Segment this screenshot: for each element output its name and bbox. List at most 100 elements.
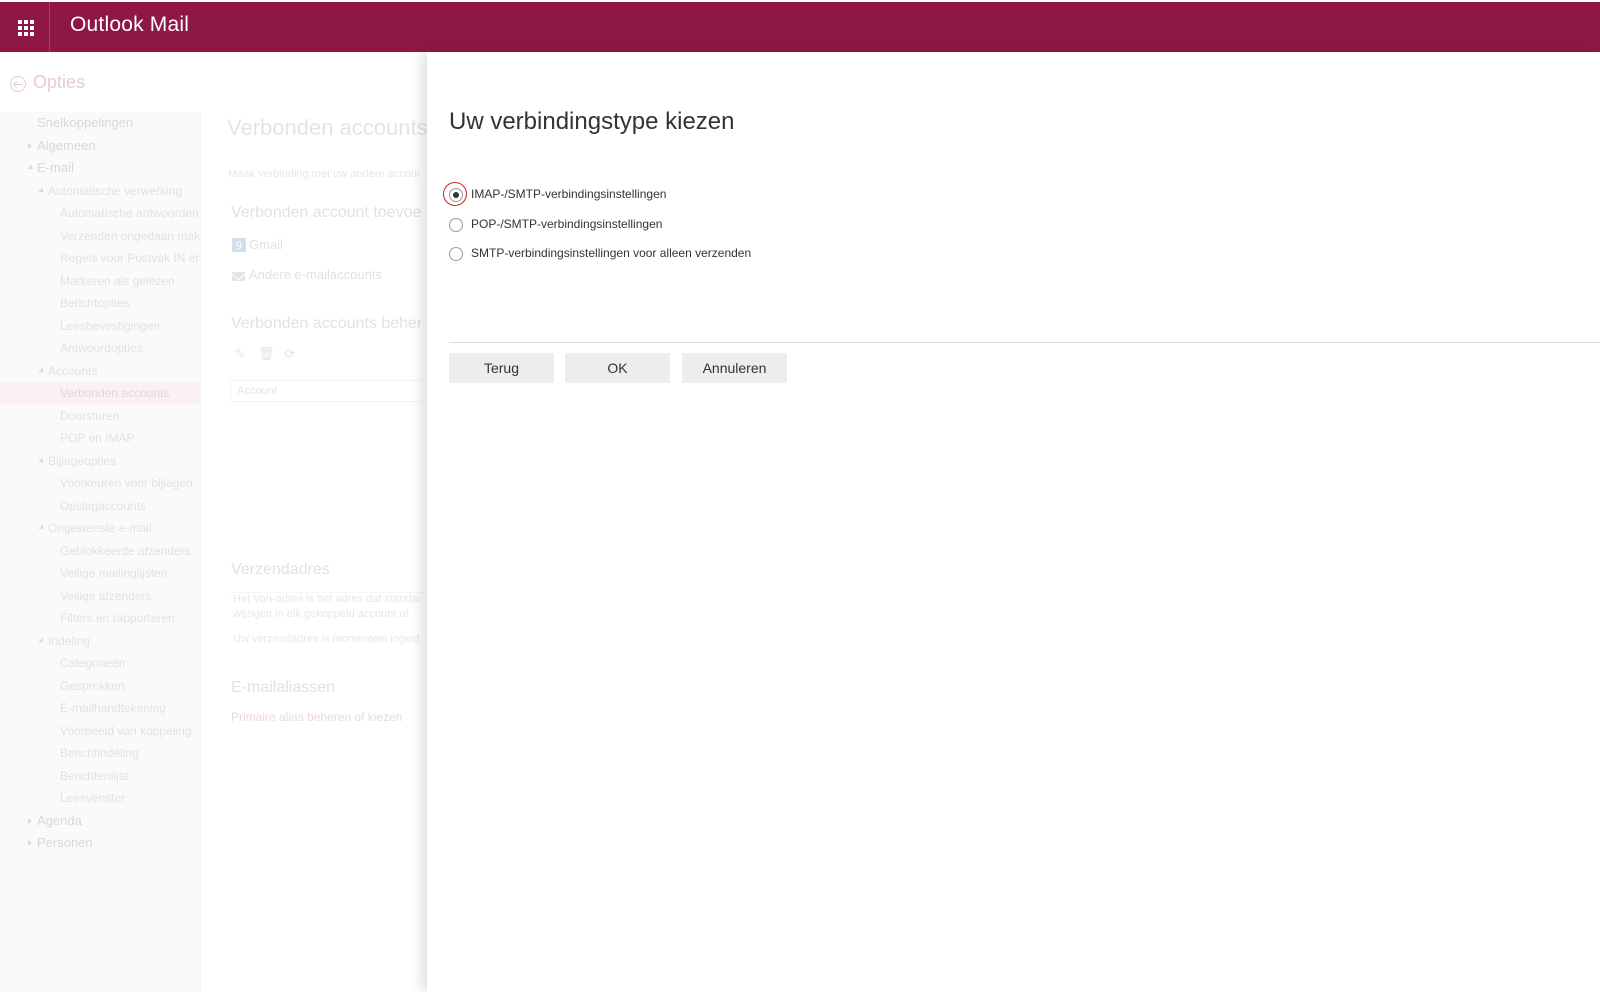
nav-item[interactable]: Indeling — [0, 630, 200, 652]
nav-item[interactable]: Ongewenste e-mail — [0, 517, 200, 539]
nav-item[interactable]: Verzenden ongedaan maken — [0, 225, 200, 247]
nav-item-label: Personen — [37, 835, 93, 850]
nav-item-label: Automatische verwerking — [48, 183, 183, 198]
nav-item-label: Filters en rapporteren — [60, 611, 175, 625]
nav-item[interactable]: Antwoordopties — [0, 337, 200, 359]
delete-icon[interactable]: 🗑 — [258, 348, 275, 362]
nav-item[interactable]: Doorsturen — [0, 405, 200, 427]
add-account-heading: Verbonden account toevoegen — [231, 204, 421, 221]
send-address-current: Uw verzendadres is momenteel ingesteld — [233, 633, 420, 645]
nav-item[interactable]: E-mailhandtekening — [0, 697, 200, 719]
nav-item-label: POP en IMAP — [60, 431, 135, 445]
nav-item[interactable]: POP en IMAP — [0, 427, 200, 449]
collapse-arrow-icon[interactable] — [38, 636, 46, 645]
nav-item[interactable]: Berichtopties — [0, 292, 200, 314]
app-launcher-dot — [18, 26, 22, 30]
nav-item[interactable]: Algemeen — [0, 135, 200, 157]
app-launcher-dot — [30, 32, 34, 36]
expand-arrow-icon[interactable] — [28, 142, 32, 149]
nav-item[interactable]: Regels voor Postvak IN en — [0, 247, 200, 269]
other-accounts-link[interactable]: Andere e-mailaccounts — [249, 267, 382, 282]
cancel-button[interactable]: Annuleren — [682, 353, 787, 383]
nav-item-label: Geblokkeerde afzenders — [60, 543, 191, 558]
back-button[interactable]: Terug — [449, 353, 554, 383]
nav-item-label: Snelkoppelingen — [37, 115, 134, 130]
nav-item-label: Leesvenster — [60, 791, 126, 805]
send-address-heading: Verzendadres — [231, 561, 330, 578]
collapse-arrow-icon[interactable] — [38, 524, 46, 532]
nav-item[interactable]: Agenda — [0, 810, 200, 832]
expand-arrow-icon[interactable] — [28, 840, 32, 846]
nav-item[interactable]: Filters en rapporteren — [0, 607, 200, 629]
connection-type-dialog: Uw verbindingstype kiezen IMAP-/SMTP-ver… — [427, 52, 1600, 992]
nav-item[interactable]: Geblokkeerde afzenders — [0, 540, 200, 562]
smtp-label[interactable]: SMTP-verbindingsinstellingen voor alleen… — [471, 246, 751, 260]
refresh-icon[interactable]: ⟳ — [283, 348, 297, 362]
nav-item-label: Regels voor Postvak IN en — [60, 251, 201, 265]
collapse-arrow-icon[interactable] — [27, 164, 35, 172]
nav-item[interactable]: Bijlageopties — [0, 450, 200, 472]
nav-item[interactable]: Automatische antwoorden — [0, 202, 200, 224]
nav-item[interactable]: Voorkeuren voor bijlagen — [0, 472, 200, 494]
ok-button[interactable]: OK — [565, 353, 670, 383]
nav-item[interactable]: Verbonden accounts — [0, 382, 200, 404]
edit-icon[interactable]: ✎ — [233, 348, 247, 362]
nav-item[interactable]: Berichtindeling — [0, 742, 200, 764]
options-page: Opties Snelkoppelingen Algemeen E-mail Auto… — [0, 52, 430, 992]
nav-item[interactable]: Categorieën — [0, 652, 200, 674]
content-description: Maak verbinding met uw andere accounts — [228, 168, 420, 180]
collapse-arrow-icon[interactable] — [38, 186, 46, 195]
imap-label[interactable]: IMAP-/SMTP-verbindingsinstellingen — [471, 187, 666, 201]
app-launcher-dot — [24, 26, 28, 30]
nav-item[interactable]: Berichtenlijst — [0, 765, 200, 787]
account-column-header[interactable]: Account — [230, 380, 430, 402]
nav-item[interactable]: Leesvenster — [0, 787, 200, 809]
back-arrow-icon[interactable] — [10, 76, 26, 92]
nav-item-label: Doorsturen — [60, 408, 120, 423]
nav-item[interactable]: E-mail — [0, 157, 200, 179]
nav-item-label: Automatische antwoorden — [60, 206, 199, 220]
pop-label[interactable]: POP-/SMTP-verbindingsinstellingen — [471, 217, 662, 231]
nav-item[interactable]: Opslagaccounts — [0, 495, 200, 517]
nav-item[interactable]: Voorbeeld van koppeling — [0, 720, 200, 742]
nav-item[interactable]: Automatische verwerking — [0, 180, 200, 202]
nav-item[interactable]: Veilige afzenders — [0, 585, 200, 607]
app-launcher-dot — [24, 32, 28, 36]
nav-item[interactable]: Accounts — [0, 360, 200, 382]
pop-radio[interactable] — [449, 218, 463, 232]
collapse-arrow-icon[interactable] — [38, 366, 46, 375]
nav-item-label: Categorieën — [60, 656, 126, 670]
nav-item-label: Veilige afzenders — [60, 588, 152, 603]
send-address-desc-1: Het Van-adres is het adres dat standaard — [233, 593, 420, 605]
nav-item-label: Voorkeuren voor bijlagen — [60, 476, 193, 490]
nav-item-label: Verbonden accounts — [60, 386, 170, 400]
nav-item-label: E-mailhandtekening — [60, 701, 167, 715]
top-bar: Outlook Mail — [0, 2, 1600, 52]
nav-item-label: Gesprekken — [60, 678, 125, 693]
focus-ring — [443, 182, 467, 206]
smtp-radio[interactable] — [449, 247, 463, 261]
gmail-icon: g — [232, 238, 246, 252]
nav-item-label: E-mail — [37, 160, 74, 175]
nav-item-label: Markeren als gelezen — [60, 273, 175, 288]
app-launcher-dot — [24, 20, 28, 24]
nav-item[interactable]: Leesbevestigingen — [0, 315, 200, 337]
nav-item-label: Algemeen — [37, 137, 96, 153]
nav-item[interactable]: Veilige mailinglijsten — [0, 562, 200, 584]
nav-item-label: Verzenden ongedaan maken — [60, 228, 201, 243]
nav-item-label: Opslagaccounts — [60, 498, 147, 513]
nav-item-label: Berichtenlijst — [60, 768, 129, 783]
gmail-link[interactable]: Gmail — [249, 237, 283, 252]
aliases-link[interactable]: Primaire alias beheren of kiezen — [231, 710, 402, 724]
app-launcher-icon[interactable] — [0, 2, 50, 52]
collapse-arrow-icon[interactable] — [38, 456, 46, 465]
dialog-title: Uw verbindingstype kiezen — [449, 108, 735, 135]
nav-item-label: Voorbeeld van koppeling — [60, 723, 192, 738]
expand-arrow-icon[interactable] — [28, 817, 32, 824]
nav-item[interactable]: Gesprekken — [0, 675, 200, 697]
nav-item[interactable]: Markeren als gelezen — [0, 270, 200, 292]
nav-item-label: Indeling — [48, 633, 91, 648]
nav-item-label: Agenda — [37, 812, 82, 828]
nav-item[interactable]: Snelkoppelingen — [0, 112, 200, 134]
nav-item[interactable]: Personen — [0, 832, 200, 854]
